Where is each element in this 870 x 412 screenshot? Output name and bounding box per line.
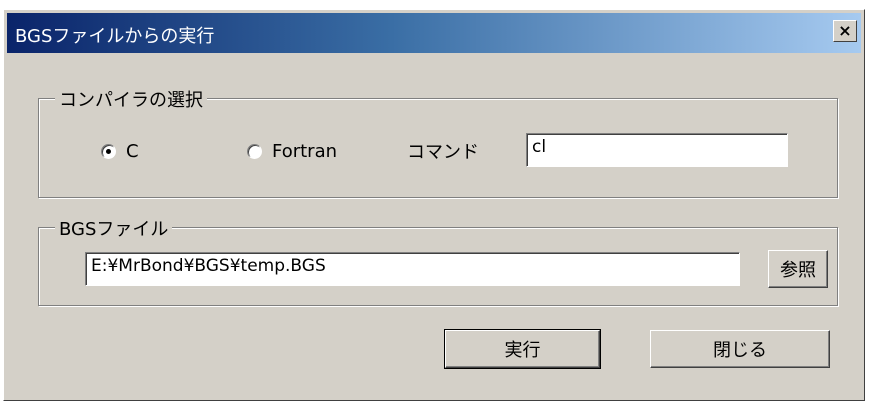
bgs-file-group-label: BGSファイル (55, 215, 173, 241)
close-button[interactable]: 閉じる (650, 330, 830, 368)
radio-c-indicator[interactable] (101, 144, 116, 159)
radio-fortran[interactable]: Fortran (247, 141, 337, 162)
close-window-button[interactable]: × (833, 20, 857, 42)
radio-c[interactable]: C (101, 141, 139, 162)
run-button-label: 実行 (504, 340, 541, 361)
file-path-input[interactable]: E:¥MrBond¥BGS¥temp.BGS (85, 252, 740, 286)
radio-fortran-label: Fortran (272, 141, 338, 162)
command-input[interactable]: cl (526, 133, 788, 167)
radio-fortran-indicator[interactable] (247, 144, 262, 159)
browse-button-label: 参照 (780, 260, 816, 281)
bgs-file-groupbox: BGSファイル E:¥MrBond¥BGS¥temp.BGS 参照 (38, 215, 838, 306)
bgs-run-dialog: BGSファイルからの実行 × コンパイラの選択 C Fortran コマンド c… (3, 9, 865, 401)
close-button-label: 閉じる (713, 340, 767, 361)
close-icon: × (838, 21, 852, 40)
title-bar[interactable]: BGSファイルからの実行 × (7, 13, 861, 53)
browse-button[interactable]: 参照 (768, 250, 828, 288)
compiler-groupbox: コンパイラの選択 C Fortran コマンド cl (38, 86, 838, 198)
radio-c-label: C (126, 141, 139, 162)
run-button[interactable]: 実行 (444, 329, 601, 369)
window-title: BGSファイルからの実行 (15, 26, 215, 47)
command-label: コマンド (407, 142, 479, 163)
compiler-group-label: コンパイラの選択 (55, 86, 207, 112)
